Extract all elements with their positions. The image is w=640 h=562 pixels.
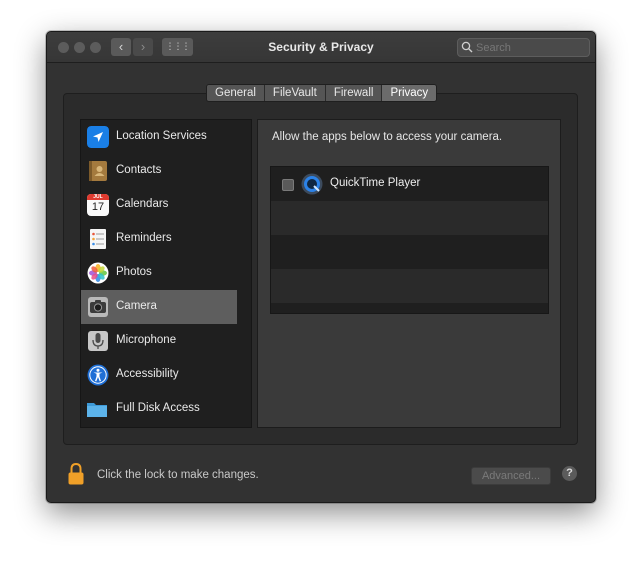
search-field[interactable] [457, 38, 590, 57]
sidebar-item-label: Contacts [116, 164, 162, 176]
tab-firewall[interactable]: Firewall [325, 85, 383, 101]
calendar-icon: JUL 17 [87, 194, 109, 216]
sidebar-item-location-services[interactable]: Location Services [81, 120, 237, 154]
sidebar-item-photos[interactable]: Photos [81, 256, 237, 290]
sidebar-item-label: Location Services [116, 130, 207, 142]
table-row[interactable]: QuickTime Player [271, 167, 548, 201]
sidebar-item-calendars[interactable]: JUL 17 Calendars [81, 188, 237, 222]
sidebar-item-label: Accessibility [116, 368, 179, 380]
table-row [271, 269, 548, 303]
photos-pinwheel-icon [87, 262, 109, 284]
camera-access-panel: Allow the apps below to access your came… [257, 119, 561, 428]
search-input[interactable] [476, 40, 586, 55]
privacy-category-list: Location Services Contacts JUL 17 Calend… [80, 119, 252, 428]
tab-general[interactable]: General [207, 85, 265, 101]
sidebar-item-microphone[interactable]: Microphone [81, 324, 237, 358]
sidebar-item-label: Calendars [116, 198, 169, 210]
app-access-checkbox[interactable] [282, 179, 294, 191]
sidebar-item-contacts[interactable]: Contacts [81, 154, 237, 188]
tab-bar: General FileVault Firewall Privacy [206, 84, 438, 102]
tab-filevault[interactable]: FileVault [264, 85, 326, 101]
microphone-icon [88, 331, 108, 351]
sidebar-item-label: Photos [116, 266, 152, 278]
access-heading: Allow the apps below to access your came… [272, 131, 503, 143]
sidebar-item-label: Reminders [116, 232, 172, 244]
location-arrow-icon [87, 126, 109, 148]
security-privacy-window: ‹ › ⋮⋮⋮ Security & Privacy General FileV… [46, 31, 596, 503]
help-button[interactable]: ? [562, 466, 577, 481]
sidebar-item-label: Full Disk Access [116, 402, 200, 414]
app-name: QuickTime Player [330, 177, 421, 189]
quicktime-icon [301, 173, 323, 195]
table-row [271, 201, 548, 235]
folder-icon [87, 403, 107, 417]
sidebar-item-label: Camera [116, 300, 157, 312]
advanced-button[interactable]: Advanced... [471, 467, 551, 485]
reminders-list-icon [90, 229, 106, 249]
sidebar-item-label: Microphone [116, 334, 177, 346]
contacts-book-icon [89, 161, 107, 181]
table-row [271, 303, 548, 313]
title-bar: ‹ › ⋮⋮⋮ Security & Privacy [47, 32, 595, 63]
camera-icon [88, 297, 108, 317]
magnifier-icon [461, 41, 473, 53]
lock-icon[interactable] [67, 462, 85, 486]
sidebar-item-camera[interactable]: Camera [81, 290, 237, 324]
table-row [271, 235, 548, 269]
accessibility-person-icon [87, 364, 109, 386]
sidebar-item-accessibility[interactable]: Accessibility [81, 358, 237, 392]
lock-label: Click the lock to make changes. [97, 469, 259, 481]
calendar-day: 17 [91, 201, 105, 213]
tab-privacy[interactable]: Privacy [382, 85, 437, 101]
app-access-table: QuickTime Player [270, 166, 549, 314]
sidebar-item-full-disk-access[interactable]: Full Disk Access [81, 392, 237, 426]
sidebar-item-reminders[interactable]: Reminders [81, 222, 237, 256]
